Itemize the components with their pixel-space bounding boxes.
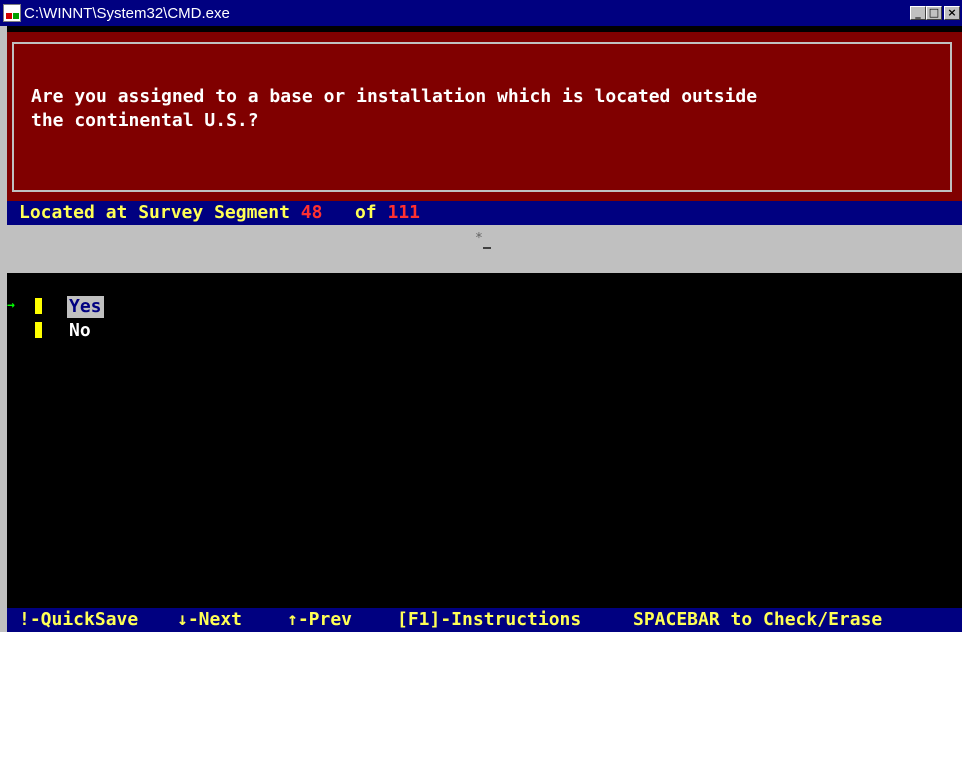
window-controls: _ □ ×: [910, 6, 960, 20]
checkbox-yes[interactable]: [35, 298, 42, 314]
question-text: Are you assigned to a base or installati…: [31, 85, 911, 133]
next-hint: ↓-Next: [177, 609, 243, 630]
status-prefix: Located at Survey Segment: [19, 202, 301, 223]
segment-status-bar: Located at Survey Segment 48 of 111: [7, 201, 962, 225]
option-no[interactable]: No: [7, 320, 307, 342]
window-title: C:\WINNT\System32\CMD.exe: [24, 4, 230, 22]
title-bar[interactable]: C:\WINNT\System32\CMD.exe _ □ ×: [0, 0, 962, 26]
console-area[interactable]: Are you assigned to a base or installati…: [7, 26, 962, 632]
pointer-arrow-icon: →: [7, 298, 15, 313]
close-button[interactable]: ×: [944, 6, 960, 20]
asterisk-marker: *: [475, 231, 483, 246]
text-cursor: [483, 247, 491, 249]
console-window: C:\WINNT\System32\CMD.exe _ □ × Are you …: [0, 0, 962, 632]
key-help-footer: !-QuickSave ↓-Next ↑-Prev [F1]-Instructi…: [7, 608, 962, 632]
answer-input-line[interactable]: *: [7, 225, 962, 273]
instructions-hint: [F1]-Instructions: [397, 609, 582, 630]
question-panel: Are you assigned to a base or installati…: [7, 32, 962, 201]
quicksave-hint: !-QuickSave: [19, 609, 139, 630]
maximize-button[interactable]: □: [926, 6, 942, 20]
option-yes-label[interactable]: Yes: [67, 296, 104, 318]
question-line-1: Are you assigned to a base or installati…: [31, 86, 758, 107]
status-of-label: of: [354, 202, 377, 223]
option-no-label[interactable]: No: [67, 320, 93, 342]
spacebar-hint: SPACEBAR to Check/Erase: [633, 609, 883, 630]
current-segment-number: 48: [300, 202, 323, 223]
total-segments-number: 111: [387, 202, 421, 223]
question-line-2: the continental U.S.?: [31, 110, 259, 131]
checkbox-no[interactable]: [35, 322, 42, 338]
cmd-app-icon[interactable]: [3, 4, 21, 22]
option-yes[interactable]: → Yes: [7, 296, 307, 318]
minimize-button[interactable]: _: [910, 6, 926, 20]
prev-hint: ↑-Prev: [287, 609, 353, 630]
